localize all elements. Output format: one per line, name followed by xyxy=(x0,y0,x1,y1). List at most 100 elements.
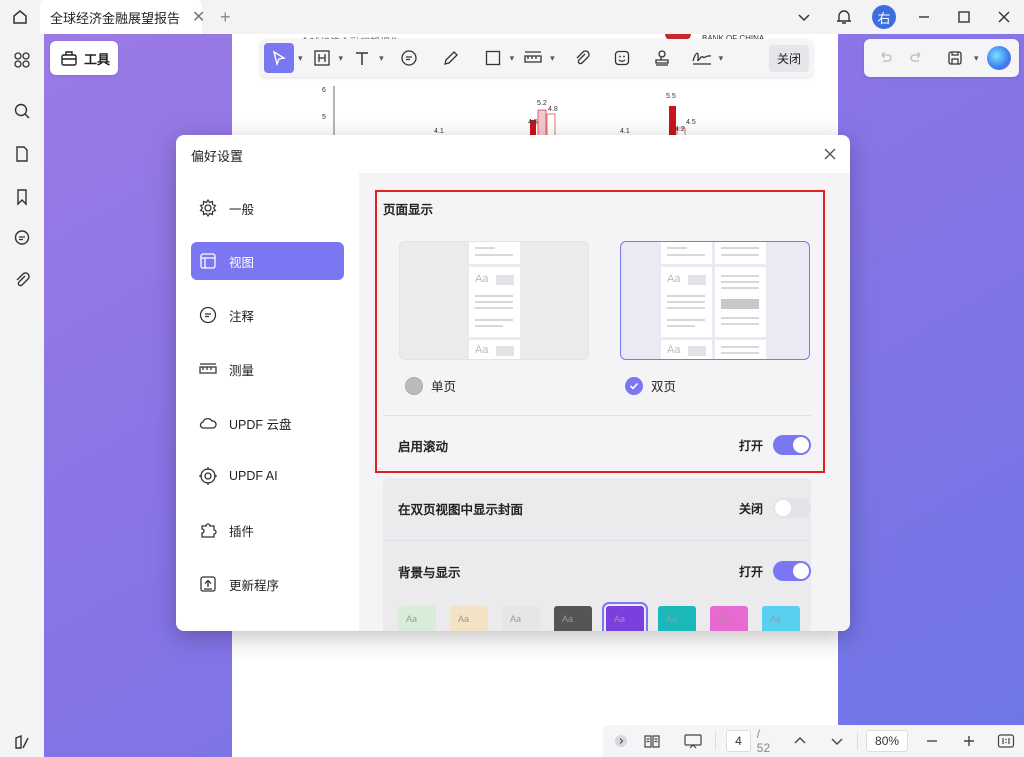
redo-button[interactable] xyxy=(904,45,930,71)
presentation-button[interactable] xyxy=(680,729,705,753)
single-page-label: 单页 xyxy=(431,380,457,394)
sidebar-item-ai[interactable]: UPDF AI xyxy=(191,457,344,495)
gear-icon xyxy=(197,197,219,219)
actual-size-button[interactable] xyxy=(993,729,1018,753)
chart-label: 5.5 xyxy=(666,93,676,100)
zoom-input[interactable]: 80% xyxy=(866,730,908,752)
background-swatch[interactable]: Aa xyxy=(502,606,540,631)
chevron-down-icon[interactable]: ▾ xyxy=(974,53,979,64)
scroll-setting-state: 打开 xyxy=(738,438,763,453)
single-page-radio-row[interactable]: 单页 xyxy=(405,376,456,395)
comments-button[interactable] xyxy=(8,224,36,252)
sidebar-item-cloud[interactable]: UPDF 云盘 xyxy=(191,404,344,442)
background-swatch[interactable]: Aa xyxy=(398,606,436,631)
scroll-toggle[interactable] xyxy=(773,435,811,455)
textbox-tool-button[interactable] xyxy=(309,43,335,73)
background-swatches: Aa Aa Aa Aa Aa Aa Aa Aa xyxy=(398,602,800,631)
preview-line xyxy=(667,307,705,309)
tools-button[interactable]: 工具 xyxy=(50,41,118,75)
undo-button[interactable] xyxy=(872,45,898,71)
next-page-button[interactable] xyxy=(824,729,849,753)
single-page-layout-option[interactable]: Aa Aa xyxy=(399,241,589,360)
save-button[interactable] xyxy=(942,45,968,71)
sidebar-item-updater[interactable]: 更新程序 xyxy=(191,565,344,603)
page-layout-button[interactable] xyxy=(640,729,665,753)
select-tool-button[interactable] xyxy=(264,43,294,73)
zoom-in-button[interactable] xyxy=(957,729,982,753)
search-button[interactable] xyxy=(8,97,36,125)
sidebar-item-measure[interactable]: 测量 xyxy=(191,350,344,388)
background-toggle[interactable] xyxy=(773,561,811,581)
swatch-sample-text: Aa xyxy=(406,614,418,624)
chevron-down-icon[interactable]: ▾ xyxy=(550,53,555,64)
attachment-tool-button[interactable] xyxy=(569,43,595,73)
chevron-up-icon xyxy=(794,737,806,744)
zoom-out-button[interactable] xyxy=(920,729,945,753)
sidebar-toggle-button[interactable] xyxy=(8,728,36,756)
measure-tool-button[interactable] xyxy=(520,43,546,73)
redo-icon xyxy=(910,52,921,62)
title-bar: 全球经济金融展望报告 ✕ + 右 xyxy=(0,0,1024,34)
double-page-layout-option[interactable]: Aa Aa xyxy=(620,241,810,360)
new-tab-icon[interactable]: + xyxy=(220,7,231,28)
chevron-down-icon[interactable]: ▾ xyxy=(719,53,724,64)
home-button[interactable] xyxy=(0,0,40,34)
background-swatch[interactable]: Aa xyxy=(602,602,648,631)
preview-line xyxy=(721,287,759,289)
sidebar-item-view[interactable]: 视图 xyxy=(191,242,344,280)
minus-icon xyxy=(927,740,938,742)
ai-assistant-icon[interactable] xyxy=(987,46,1011,70)
bell-icon xyxy=(837,10,851,24)
stamp-tool-button[interactable] xyxy=(649,43,675,73)
cover-toggle[interactable] xyxy=(773,498,811,518)
bookmarks-button[interactable] xyxy=(8,183,36,211)
close-toolbar-button[interactable]: 关闭 xyxy=(768,44,809,72)
preview-page xyxy=(715,340,766,359)
current-page-input[interactable]: 4 xyxy=(726,730,751,752)
chart-label: 4.5 xyxy=(528,119,538,126)
chevron-down-icon[interactable]: ▾ xyxy=(379,53,384,64)
swatch-sample-text: Aa xyxy=(666,614,678,624)
sidebar-item-annotation[interactable]: 注释 xyxy=(191,296,344,334)
signature-tool-button[interactable] xyxy=(689,43,715,73)
text-tool-button[interactable] xyxy=(349,43,375,73)
account-button[interactable]: 右 xyxy=(864,0,904,34)
double-page-radio-row[interactable]: 双页 xyxy=(625,376,676,395)
background-swatch[interactable]: Aa xyxy=(658,606,696,631)
pencil-tool-button[interactable] xyxy=(438,43,464,73)
attachments-button[interactable] xyxy=(8,266,36,294)
thumbnails-button[interactable] xyxy=(8,46,36,74)
tabs-dropdown-button[interactable] xyxy=(784,0,824,34)
minimize-button[interactable] xyxy=(904,0,944,34)
collapse-button[interactable] xyxy=(609,729,634,753)
sidebar-item-general[interactable]: 一般 xyxy=(191,189,344,227)
single-page-radio[interactable] xyxy=(405,376,423,395)
sticker-tool-button[interactable] xyxy=(609,43,635,73)
dialog-close-button[interactable] xyxy=(820,144,840,164)
preview-page xyxy=(715,242,766,264)
previous-page-button[interactable] xyxy=(788,729,813,753)
background-swatch[interactable]: Aa xyxy=(710,606,748,631)
document-tab[interactable]: 全球经济金融展望报告 ✕ xyxy=(40,0,205,34)
shape-tool-button[interactable] xyxy=(480,43,506,73)
background-swatch[interactable]: Aa xyxy=(554,606,592,631)
background-swatch[interactable]: Aa xyxy=(762,606,800,631)
comment-tool-button[interactable] xyxy=(396,43,422,73)
chevron-down-icon[interactable]: ▾ xyxy=(510,53,515,64)
background-swatch[interactable]: Aa xyxy=(450,606,488,631)
pages-button[interactable] xyxy=(8,140,36,168)
chevron-down-icon[interactable]: ▾ xyxy=(298,53,303,64)
double-page-radio[interactable] xyxy=(625,376,643,395)
tab-close-icon[interactable]: ✕ xyxy=(192,7,205,27)
book-icon xyxy=(644,735,660,748)
comment-list-icon xyxy=(14,230,30,245)
preview-text-sample: Aa xyxy=(475,273,489,285)
maximize-button[interactable] xyxy=(944,0,984,34)
notification-button[interactable] xyxy=(824,0,864,34)
sidebar-item-plugins[interactable]: 插件 xyxy=(191,511,344,549)
avatar: 右 xyxy=(872,5,896,29)
window-close-button[interactable] xyxy=(984,0,1024,34)
preview-line xyxy=(667,325,695,327)
preferences-dialog: 偏好设置 一般 视图 注释 测量 UPDF 云盘 UPDF AI 插件 更新程序… xyxy=(176,135,850,631)
chevron-down-icon[interactable]: ▾ xyxy=(339,53,344,64)
